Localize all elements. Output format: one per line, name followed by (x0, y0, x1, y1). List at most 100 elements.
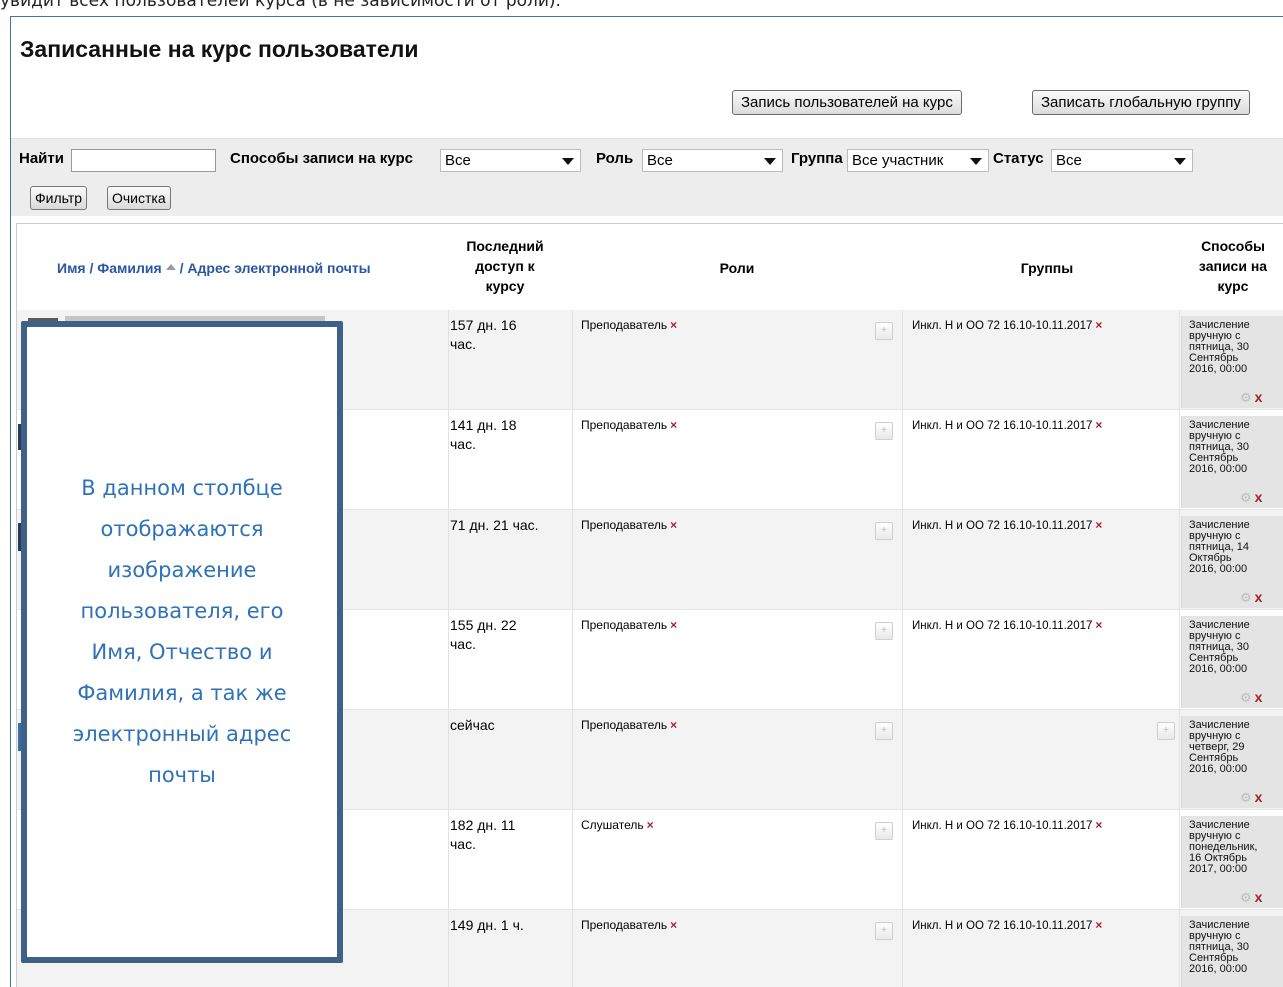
column-divider (902, 410, 903, 509)
remove-group-icon[interactable]: × (1095, 818, 1102, 832)
gear-icon[interactable]: ⚙ (1240, 390, 1252, 405)
role-badge: Преподаватель × (581, 318, 677, 332)
callout-line: В данном столбце (81, 476, 283, 500)
role-name: Преподаватель (581, 718, 668, 732)
callout-box: В данном столбце отображаются изображени… (21, 321, 343, 963)
callout-line: Фамилия, а так же (77, 681, 287, 705)
remove-role-icon[interactable]: × (647, 818, 654, 832)
enrol-actions: ⚙ x (1240, 689, 1263, 705)
add-role-icon[interactable]: + (875, 822, 893, 840)
last-access-line: час. (450, 636, 476, 652)
header-methods-line: Способы (1201, 238, 1265, 254)
header-methods-line: записи на (1198, 258, 1268, 274)
column-divider (572, 410, 573, 509)
add-role-icon[interactable]: + (875, 922, 893, 940)
remove-group-icon[interactable]: × (1095, 518, 1102, 532)
column-divider (448, 310, 449, 409)
remove-role-icon[interactable]: × (670, 518, 677, 532)
unenrol-icon[interactable]: x (1255, 589, 1263, 605)
status-select[interactable]: Все (1051, 149, 1193, 172)
add-role-icon[interactable]: + (875, 322, 893, 340)
role-name: Преподаватель (581, 418, 668, 432)
chevron-down-icon (562, 158, 574, 165)
column-divider (902, 910, 903, 987)
remove-role-icon[interactable]: × (670, 318, 677, 332)
enrol-line: 2016, 00:00 (1189, 563, 1248, 575)
gear-icon[interactable]: ⚙ (1240, 490, 1252, 505)
sort-name-link[interactable]: Имя / Фамилия (57, 260, 162, 276)
last-access-line: 149 дн. 1 ч. (450, 917, 524, 933)
column-divider (572, 610, 573, 709)
methods-select[interactable]: Все (440, 149, 581, 172)
add-role-icon[interactable]: + (875, 622, 893, 640)
gear-icon[interactable]: ⚙ (1240, 690, 1252, 705)
remove-group-icon[interactable]: × (1095, 318, 1102, 332)
group-name: Инкл. Н и ОО 72 16.10-10.11.2017 (912, 620, 1093, 632)
unenrol-icon[interactable]: x (1255, 389, 1263, 405)
role-badge: Преподаватель × (581, 918, 677, 932)
enrol-line: 2016, 00:00 (1189, 463, 1248, 475)
enrol-cohort-button[interactable]: Записать глобальную группу (1032, 90, 1250, 115)
last-access: 71 дн. 21 час. (450, 516, 560, 535)
header-methods-line: курс (1217, 278, 1249, 294)
gear-icon[interactable]: ⚙ (1240, 890, 1252, 905)
role-name: Слушатель (581, 818, 644, 832)
header-last-access-line: Последний (466, 238, 544, 254)
column-divider (1179, 510, 1180, 609)
unenrol-icon[interactable]: x (1255, 889, 1263, 905)
add-role-icon[interactable]: + (875, 722, 893, 740)
group-badge: Инкл. Н и ОО 72 16.10-10.11.2017 × (912, 418, 1102, 432)
column-divider (1179, 410, 1180, 509)
remove-group-icon[interactable]: × (1095, 918, 1102, 932)
group-select[interactable]: Все участник (847, 149, 989, 172)
role-badge: Преподаватель × (581, 718, 677, 732)
group-name: Инкл. Н и ОО 72 16.10-10.11.2017 (912, 920, 1093, 932)
header-last-access[interactable]: Последний доступ к курсу (450, 236, 560, 296)
header-groups: Группы (1020, 260, 1074, 276)
remove-group-icon[interactable]: × (1095, 418, 1102, 432)
remove-role-icon[interactable]: × (670, 618, 677, 632)
last-access-line: час. (450, 836, 476, 852)
role-name: Преподаватель (581, 918, 668, 932)
enrol-actions: ⚙ x (1240, 589, 1263, 605)
callout-line: изображение (107, 558, 257, 582)
add-role-icon[interactable]: + (875, 522, 893, 540)
filter-bar: Найти Способы записи на курс Все Роль Вс… (11, 138, 1283, 216)
filter-button[interactable]: Фильтр (30, 186, 88, 210)
column-divider (448, 510, 449, 609)
group-badge: Инкл. Н и ОО 72 16.10-10.11.2017 × (912, 318, 1102, 332)
add-group-icon[interactable]: + (1157, 722, 1175, 740)
add-role-icon[interactable]: + (875, 422, 893, 440)
sort-email-link[interactable]: / Адрес электронной почты (180, 260, 371, 276)
column-divider (572, 510, 573, 609)
enrol-actions: ⚙ x (1240, 789, 1263, 805)
enrol-users-button[interactable]: Запись пользователей на курс (732, 90, 962, 115)
column-divider (572, 710, 573, 809)
column-divider (572, 810, 573, 909)
last-access-line: час. (450, 336, 476, 352)
methods-select-value: Все (445, 152, 471, 169)
header-last-access-line: курсу (485, 278, 525, 294)
role-select[interactable]: Все (642, 149, 783, 172)
remove-role-icon[interactable]: × (670, 418, 677, 432)
remove-group-icon[interactable]: × (1095, 618, 1102, 632)
page-title: Записанные на курс пользователи (20, 36, 419, 62)
group-select-value: Все участник (852, 152, 944, 169)
role-name: Преподаватель (581, 518, 668, 532)
column-divider (1179, 910, 1180, 987)
enrol-actions: ⚙ x (1240, 889, 1263, 905)
unenrol-icon[interactable]: x (1255, 789, 1263, 805)
unenrol-icon[interactable]: x (1255, 689, 1263, 705)
callout-line: электронный адрес (72, 722, 292, 746)
status-label: Статус (993, 150, 1044, 167)
last-access: 182 дн. 11 час. (450, 816, 560, 854)
last-access: сейчас (450, 716, 560, 735)
remove-role-icon[interactable]: × (670, 718, 677, 732)
gear-icon[interactable]: ⚙ (1240, 790, 1252, 805)
unenrol-icon[interactable]: x (1255, 489, 1263, 505)
clear-button[interactable]: Очистка (107, 186, 171, 210)
remove-role-icon[interactable]: × (670, 918, 677, 932)
enrol-method: Зачисление вручную с понедельник, 16 Октябр… (1181, 816, 1283, 908)
search-input[interactable] (71, 149, 216, 172)
gear-icon[interactable]: ⚙ (1240, 590, 1252, 605)
